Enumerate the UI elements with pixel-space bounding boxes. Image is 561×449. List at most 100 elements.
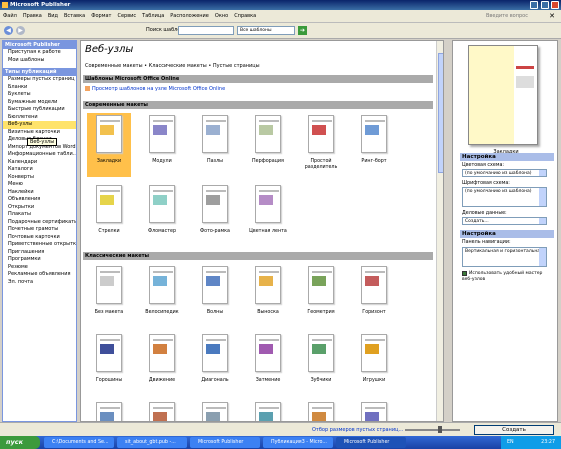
taskbar-button[interactable]: C:\Documents and Se... (44, 437, 114, 448)
close-window-button[interactable] (551, 1, 559, 9)
publication-type-item[interactable]: Подарочные сертификаты (3, 219, 76, 227)
zoom-slider[interactable] (405, 426, 460, 433)
menu-window[interactable]: Окно (212, 10, 231, 23)
template-tile[interactable]: Диагональ (193, 332, 237, 396)
template-tile[interactable]: Горизонт (352, 264, 396, 328)
template-tile[interactable]: Без макета (87, 264, 131, 328)
template-tile[interactable]: Фото-рамка (193, 183, 237, 247)
menu-format[interactable]: Формат (88, 10, 114, 23)
publication-type-item[interactable]: Почтовые карточки (3, 234, 76, 242)
publication-type-item[interactable]: Объявления (3, 196, 76, 204)
forward-icon[interactable]: ▶ (16, 26, 25, 35)
template-tile[interactable]: Зубчики (299, 332, 343, 396)
publication-type-item[interactable]: Размеры пустых страниц (3, 76, 76, 84)
menu-insert[interactable]: Вставка (61, 10, 88, 23)
nav-getting-started[interactable]: Приступая к работе (3, 49, 76, 57)
template-tile[interactable] (299, 400, 343, 421)
template-tile[interactable] (246, 400, 290, 421)
menu-help[interactable]: Справка (231, 10, 259, 23)
online-templates-link[interactable]: Просмотр шаблонов на узле Microsoft Offi… (85, 86, 225, 92)
publication-type-item[interactable]: Бланки (3, 84, 76, 92)
chevron-down-icon[interactable] (539, 170, 546, 176)
font-scheme-select[interactable]: (по умолчанию из шаблона) (462, 187, 547, 207)
template-tile[interactable]: Перфорация (246, 113, 290, 177)
template-tile[interactable]: Выноска (246, 264, 290, 328)
taskbar-button[interactable]: Microsoft Publisher (190, 437, 260, 448)
publication-type-item[interactable]: Информационные табли... (3, 151, 76, 159)
minimize-button[interactable] (530, 1, 538, 9)
publication-type-item[interactable]: Открытки (3, 204, 76, 212)
publication-type-item[interactable]: Приветственные открытки (3, 241, 76, 249)
publication-type-item[interactable]: Эл. почта (3, 279, 76, 287)
taskbar-button[interactable]: Microsoft Publisher (336, 437, 406, 448)
menu-edit[interactable]: Правка (20, 10, 45, 23)
template-tile[interactable]: Пазлы (193, 113, 237, 177)
template-tile[interactable]: Простой разделитель (299, 113, 343, 177)
start-button[interactable]: пуск (0, 436, 40, 449)
publication-type-item[interactable]: Веб-узлы (3, 121, 76, 129)
publication-type-item[interactable]: Программки (3, 256, 76, 264)
template-tile[interactable]: Игрушки (352, 332, 396, 396)
publication-type-item[interactable]: Наклейки (3, 189, 76, 197)
publication-type-item[interactable]: Почетные грамоты (3, 226, 76, 234)
publication-type-item[interactable]: Буклеты (3, 91, 76, 99)
menu-file[interactable]: Файл (0, 10, 20, 23)
publication-type-item[interactable]: Рекламные объявления (3, 271, 76, 279)
menu-table[interactable]: Таблица (139, 10, 167, 23)
template-tile[interactable] (87, 400, 131, 421)
template-tile[interactable]: Фломастер (140, 183, 184, 247)
search-go-button[interactable]: ➔ (298, 26, 307, 35)
blank-sizes-link[interactable]: Отбор размеров пустых страниц... (312, 427, 403, 433)
publication-type-item[interactable]: Приглашения (3, 249, 76, 257)
breadcrumb[interactable]: Современные макеты • Классические макеты… (85, 63, 260, 69)
search-scope-select[interactable]: Все шаблоны (237, 26, 295, 35)
taskbar-button[interactable]: Публикация3 - Micro... (263, 437, 333, 448)
close-document-icon[interactable]: ✕ (546, 10, 558, 23)
template-tile[interactable]: Волны (193, 264, 237, 328)
color-scheme-select[interactable]: (по умолчанию из шаблона) (462, 169, 547, 177)
navigation-bar-select[interactable]: Вертикальная и горизонтальная (462, 247, 547, 267)
publication-type-item[interactable]: Визитные карточки (3, 129, 76, 137)
gallery-scrollbar[interactable] (436, 41, 443, 421)
template-tile[interactable] (352, 400, 396, 421)
taskbar-button[interactable]: sit_about_gbt.pub -... (117, 437, 187, 448)
template-tile[interactable]: Геометрия (299, 264, 343, 328)
checkbox-checked-icon[interactable] (462, 271, 467, 276)
publication-type-item[interactable]: Плакаты (3, 211, 76, 219)
template-tile[interactable]: Модули (140, 113, 184, 177)
publication-type-item[interactable]: Быстрые публикации (3, 106, 76, 114)
chevron-down-icon[interactable] (539, 248, 546, 266)
template-tile[interactable]: Ринг-борт (352, 113, 396, 177)
publication-type-item[interactable]: Каталоги (3, 166, 76, 174)
menu-arrange[interactable]: Расположение (167, 10, 212, 23)
template-tile[interactable]: Велосипедик (140, 264, 184, 328)
business-info-select[interactable]: Создать... (462, 217, 547, 225)
publication-type-item[interactable]: Меню (3, 181, 76, 189)
publication-type-item[interactable]: Бюллетени (3, 114, 76, 122)
publication-type-item[interactable]: Бумажные модели (3, 99, 76, 107)
easy-wizard-checkbox[interactable]: Использовать удобный мастер веб-узлов (462, 271, 552, 283)
template-tile[interactable] (140, 400, 184, 421)
template-tile[interactable]: Закладки (87, 113, 131, 177)
back-icon[interactable]: ◀ (4, 26, 13, 35)
template-tile[interactable] (193, 400, 237, 421)
help-question-input[interactable]: Введите вопрос (483, 10, 531, 23)
template-tile[interactable]: Стрелки (87, 183, 131, 247)
publication-type-item[interactable]: Резюме (3, 264, 76, 272)
maximize-button[interactable] (541, 1, 549, 9)
zoom-slider-knob[interactable] (438, 426, 442, 433)
template-tile[interactable]: Горошины (87, 332, 131, 396)
template-tile[interactable]: Затмение (246, 332, 290, 396)
menu-view[interactable]: Вид (45, 10, 61, 23)
template-search-input[interactable] (178, 26, 234, 35)
template-tile[interactable]: Движение (140, 332, 184, 396)
publication-type-item[interactable]: Календари (3, 159, 76, 167)
scrollbar-thumb[interactable] (438, 53, 443, 173)
template-tile[interactable]: Цветная лента (246, 183, 290, 247)
chevron-down-icon[interactable] (539, 218, 546, 224)
publication-type-item[interactable]: Конверты (3, 174, 76, 182)
chevron-down-icon[interactable] (539, 188, 546, 206)
create-button[interactable]: Создать (474, 425, 554, 435)
language-indicator[interactable]: EN (507, 436, 514, 449)
menu-tools[interactable]: Сервис (114, 10, 139, 23)
